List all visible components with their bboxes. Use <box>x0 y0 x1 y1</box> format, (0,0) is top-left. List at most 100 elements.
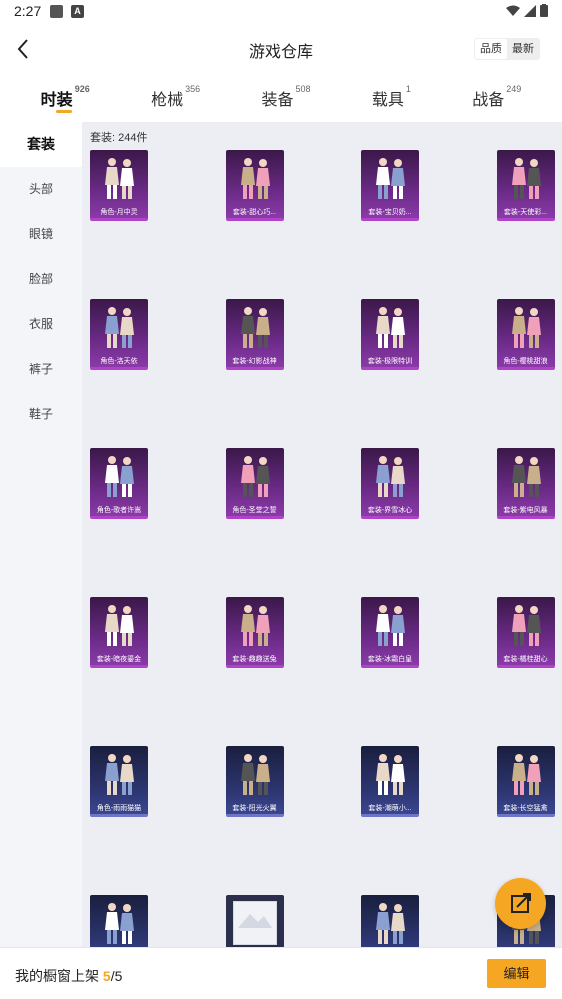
sidebar-item-outfits[interactable]: 套装 <box>0 122 82 167</box>
character-figure-icon <box>376 903 405 944</box>
app-notification-icon <box>50 5 63 18</box>
character-figure-icon <box>376 307 405 348</box>
sidebar-item-shoes[interactable]: 鞋子 <box>0 392 82 437</box>
tab-label: 时装 <box>40 92 73 109</box>
character-figure-icon <box>511 307 541 348</box>
item-card[interactable]: 角色-洛天依 <box>90 299 148 370</box>
item-name: 套装-甜心巧... <box>232 209 277 216</box>
tab-label: 枪械 <box>151 92 184 109</box>
item-card[interactable]: 套装-天使彩... <box>496 150 555 221</box>
character-figure-icon <box>105 903 134 944</box>
character-figure-icon <box>240 456 270 497</box>
character-figure-icon <box>511 605 541 646</box>
item-name: 角色-雨雨猫猫 <box>96 805 142 812</box>
edit-button[interactable]: 编辑 <box>487 959 546 988</box>
item-list-panel: 套装: 244件 角色-月中灵 套装-甜心巧... 套装-宝贝奶... 套装-天使彩.… <box>82 122 562 947</box>
character-figure-icon <box>105 158 134 199</box>
character-figure-icon <box>240 158 270 199</box>
tab-vehicles[interactable]: 载具1 <box>372 78 411 120</box>
signal-icon <box>524 4 536 17</box>
character-figure-icon <box>511 754 541 795</box>
item-card[interactable]: 角色-月中灵 <box>90 150 148 221</box>
item-card[interactable]: 角色-樱桃甜浪 <box>496 299 555 370</box>
showcase-text: 我的橱窗上架 <box>15 968 99 984</box>
item-name: 套装-宝贝奶... <box>368 209 412 216</box>
item-card[interactable]: 套装-界雪冰心 <box>361 448 419 519</box>
item-name: 套装-橘桂甜心 <box>503 656 548 663</box>
item-card[interactable]: 套装-甜心巧... <box>225 150 284 221</box>
item-card[interactable]: 套装-趣趣送兔 <box>225 597 284 668</box>
item-card[interactable]: 角色-雨雨猫猫 <box>90 746 148 817</box>
character-figure-icon <box>240 754 270 795</box>
item-card[interactable]: 套装-紫电风暴 <box>496 448 555 519</box>
item-card[interactable] <box>90 895 148 947</box>
item-card[interactable]: 套装-幻影战神 <box>225 299 284 370</box>
tab-fashion[interactable]: 时装926 <box>41 78 90 120</box>
sidebar-item-pants[interactable]: 裤子 <box>0 347 82 392</box>
character-figure-icon <box>511 456 541 497</box>
item-name: 角色-歌者许嵩 <box>96 507 142 514</box>
item-name: 套装-天使彩... <box>503 209 548 216</box>
sort-newest-button[interactable]: 最新 <box>507 39 539 59</box>
sidebar-item-face[interactable]: 脸部 <box>0 257 82 302</box>
item-card[interactable]: 套装-极限特训 <box>361 299 419 370</box>
showcase-current: 5 <box>102 968 111 984</box>
sort-quality-button[interactable]: 品质 <box>475 39 507 59</box>
tab-label: 载具 <box>371 92 404 109</box>
item-card[interactable]: 套装-潮萌小... <box>361 746 419 817</box>
item-card[interactable]: 套装-长空猛禽 <box>496 746 555 817</box>
character-figure-icon <box>376 754 405 795</box>
tab-label: 装备 <box>261 92 294 109</box>
subcategory-sidebar: 套装 头部 眼镜 脸部 衣服 裤子 鞋子 <box>0 122 82 947</box>
item-count: 套装: 244件 <box>90 132 148 144</box>
item-card[interactable]: 套装-橘桂甜心 <box>496 597 555 668</box>
item-grid: 角色-月中灵 套装-甜心巧... 套装-宝贝奶... 套装-天使彩... 角色-洛天依套… <box>90 150 560 947</box>
item-name: 套装-趣趣送兔 <box>232 656 277 663</box>
item-name: 套装-紫电风暴 <box>503 507 548 514</box>
tab-equipment[interactable]: 装备508 <box>261 78 310 120</box>
character-figure-icon <box>376 158 405 199</box>
item-name: 角色-月中灵 <box>100 209 138 216</box>
item-name: 套装-暗夜鎏金 <box>96 656 142 663</box>
image-placeholder-icon <box>232 901 277 945</box>
tab-count: 1 <box>405 84 411 94</box>
tab-count: 926 <box>74 84 90 94</box>
item-card[interactable]: 角色-圣堂之誓 <box>225 448 284 519</box>
tab-count: 249 <box>506 84 522 94</box>
a-notification-icon: A <box>71 5 84 18</box>
character-figure-icon <box>511 158 541 199</box>
character-figure-icon <box>105 754 134 795</box>
status-time: 2:27 <box>14 3 42 19</box>
character-figure-icon <box>376 605 405 646</box>
item-name: 角色-樱桃甜浪 <box>503 358 548 365</box>
item-card[interactable]: 套装-暗夜鎏金 <box>90 597 148 668</box>
character-figure-icon <box>240 307 270 348</box>
item-card[interactable]: 角色-歌者许嵩 <box>90 448 148 519</box>
sidebar-item-head[interactable]: 头部 <box>0 167 82 212</box>
tab-supplies[interactable]: 战备249 <box>472 78 521 120</box>
tab-guns[interactable]: 枪械356 <box>151 78 200 120</box>
sidebar-item-clothes[interactable]: 衣服 <box>0 302 82 347</box>
header: 游戏仓库 品质 最新 <box>0 24 562 74</box>
sidebar-item-glasses[interactable]: 眼镜 <box>0 212 82 257</box>
item-name: 套装-阳光火翼 <box>232 805 277 812</box>
status-bar: 2:27 A <box>0 0 562 24</box>
battery-icon <box>540 4 548 17</box>
item-card[interactable]: 套装-冰霜白皇 <box>361 597 419 668</box>
showcase-total: /5 <box>110 968 123 984</box>
category-tabs: 时装926 枪械356 装备508 载具1 战备249 <box>0 78 562 120</box>
item-card[interactable]: 套装-阳光火翼 <box>225 746 284 817</box>
character-figure-icon <box>105 605 134 646</box>
item-name: 角色-圣堂之誓 <box>232 507 277 514</box>
item-name: 套装-界雪冰心 <box>367 507 413 514</box>
item-name: 套装-幻影战神 <box>232 358 277 365</box>
item-card[interactable]: 套装-宝贝奶... <box>361 150 419 221</box>
sort-toggle[interactable]: 品质 最新 <box>474 38 540 60</box>
item-name: 套装-潮萌小... <box>368 805 412 812</box>
item-card[interactable] <box>225 895 284 947</box>
item-name: 套装-极限特训 <box>367 358 413 365</box>
item-name: 套装-长空猛禽 <box>503 805 548 812</box>
showcase-bar: 我的橱窗上架 5/5 编辑 <box>0 947 562 999</box>
share-fab-button[interactable] <box>495 878 546 929</box>
item-card[interactable] <box>361 895 419 947</box>
